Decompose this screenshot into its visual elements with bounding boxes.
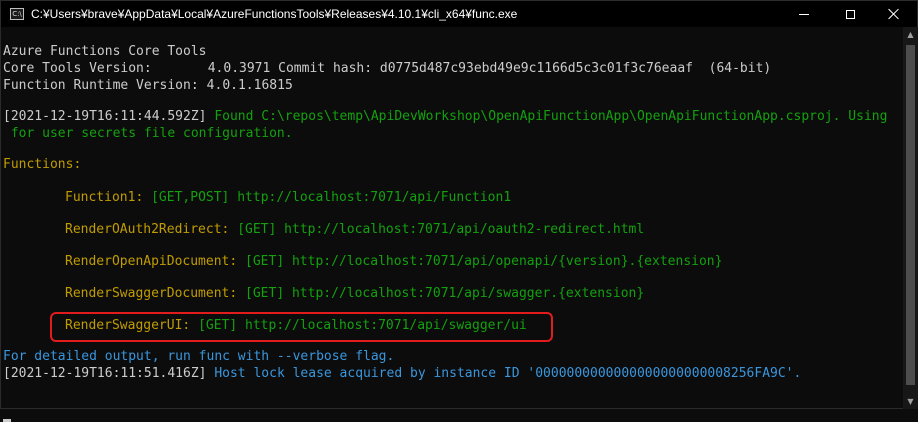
function-methods: [GET]	[245, 254, 285, 269]
log-line-2: [2021-12-19T16:11:51.416Z] Host lock lea…	[3, 366, 801, 382]
scrollbar-thumb[interactable]	[906, 45, 915, 385]
function-row: RenderOAuth2Redirect: [GET] http://local…	[65, 222, 644, 238]
vertical-scrollbar[interactable]: ▲ ▼	[903, 27, 918, 409]
runtime-version-line: Function Runtime Version: 4.0.1.16815	[3, 78, 293, 94]
core-version-value: 4.0.3971 Commit hash: d0775d487c93ebd49e…	[207, 61, 772, 76]
function-url: http://localhost:7071/api/openapi/{versi…	[291, 254, 723, 269]
functions-heading: Functions:	[3, 157, 82, 172]
function-row: RenderOpenApiDocument: [GET] http://loca…	[65, 254, 722, 270]
function-name: RenderOAuth2Redirect:	[65, 222, 230, 237]
title-bar[interactable]: C:\ C:¥Users¥brave¥AppData¥Local¥AzureFu…	[1, 1, 917, 27]
function-url: http://localhost:7071/api/Function1	[237, 190, 512, 205]
log-line-1: [2021-12-19T16:11:44.592Z] Found C:\repo…	[3, 109, 887, 125]
console-app-icon[interactable]: C:\	[10, 8, 24, 20]
log-message: Found C:\repos\temp\ApiDevWorkshop\OpenA…	[206, 109, 888, 124]
console-window: C:\ C:¥Users¥brave¥AppData¥Local¥AzureFu…	[0, 0, 918, 422]
function-url: http://localhost:7071/api/oauth2-redirec…	[284, 222, 645, 237]
function-row: Function1: [GET,POST] http://localhost:7…	[65, 190, 511, 206]
runtime-version-value: 4.0.1.16815	[206, 78, 293, 93]
function-name: Function1:	[65, 190, 144, 205]
core-version-label: Core Tools Version:	[3, 61, 152, 76]
function-methods: [GET]	[245, 286, 285, 301]
scroll-down-arrow-icon[interactable]: ▼	[903, 394, 918, 409]
core-version-line: Core Tools Version: 4.0.3971 Commit hash:…	[3, 61, 771, 77]
minimize-icon	[799, 13, 809, 15]
function-name: RenderSwaggerDocument:	[65, 286, 238, 301]
header-title: Azure Functions Core Tools	[3, 44, 207, 59]
log-timestamp: [2021-12-19T16:11:44.592Z]	[3, 109, 207, 124]
verbose-hint: For detailed output, run func with --ver…	[3, 349, 395, 364]
close-icon	[888, 8, 900, 20]
minimize-button[interactable]	[781, 1, 827, 27]
function-methods: [GET,POST]	[151, 190, 230, 205]
log-timestamp: [2021-12-19T16:11:51.416Z]	[3, 366, 207, 381]
function-row: RenderSwaggerDocument: [GET] http://loca…	[65, 286, 644, 302]
scroll-up-arrow-icon[interactable]: ▲	[903, 27, 918, 42]
log-message: Host lock lease acquired by instance ID …	[206, 366, 802, 381]
function-methods: [GET]	[237, 222, 277, 237]
console-output[interactable]: Azure Functions Core Tools Core Tools Ve…	[1, 27, 903, 422]
window-title: C:¥Users¥brave¥AppData¥Local¥AzureFuncti…	[31, 7, 518, 21]
maximize-icon	[845, 9, 855, 19]
function-url: http://localhost:7071/api/swagger.{exten…	[291, 286, 645, 301]
runtime-version-label: Function Runtime Version:	[3, 78, 199, 93]
close-button[interactable]	[871, 1, 917, 27]
red-highlight-box	[50, 312, 553, 342]
maximize-button[interactable]	[827, 1, 873, 27]
function-name: RenderOpenApiDocument:	[65, 254, 238, 269]
log-line-1-cont: for user secrets file configuration.	[3, 126, 293, 141]
